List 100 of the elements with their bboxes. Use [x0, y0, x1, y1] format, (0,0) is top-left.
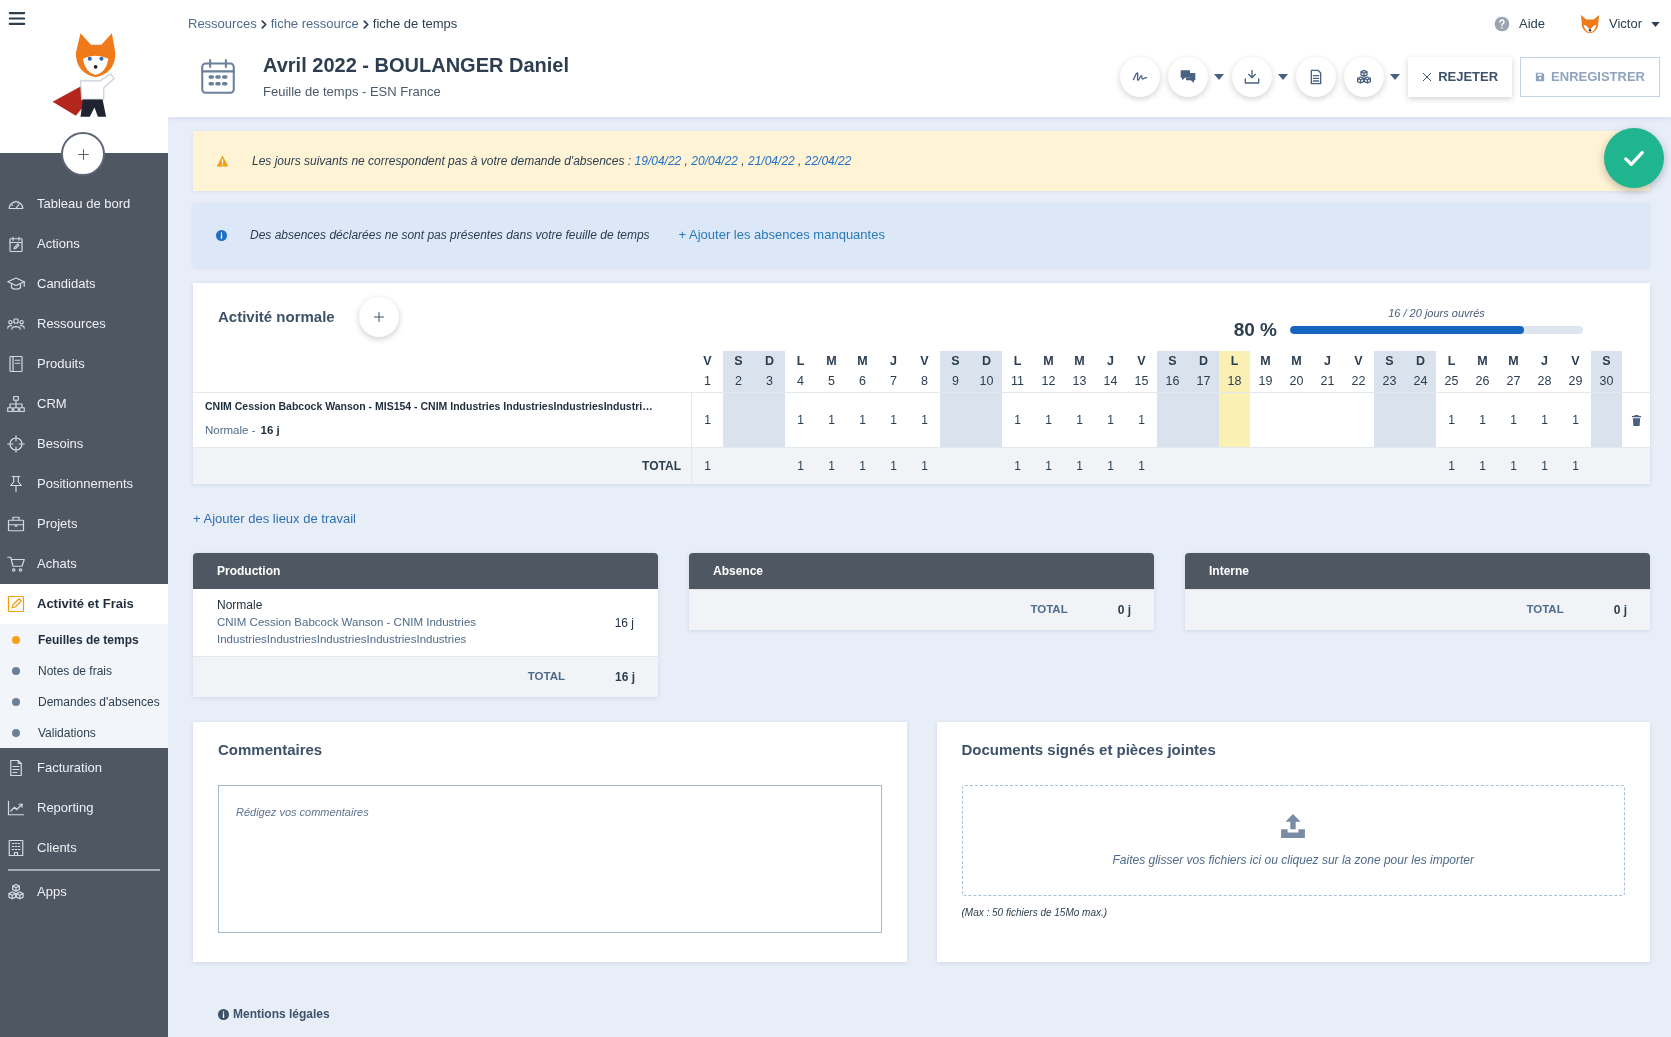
help-link[interactable]: Aide: [1493, 14, 1545, 34]
submenu-item[interactable]: Validations: [0, 717, 168, 748]
date-link[interactable]: 19/04/22: [634, 154, 682, 168]
caret-down-icon[interactable]: [1390, 74, 1401, 80]
table-cell-text: 1: [827, 458, 836, 475]
nav-item[interactable]: Projets: [0, 504, 168, 544]
total-value: 0 j: [1117, 602, 1131, 619]
table-cell[interactable]: 1: [878, 393, 909, 447]
table-cell[interactable]: 1: [692, 393, 723, 447]
day-number: 19: [1257, 373, 1274, 391]
nav-item[interactable]: Activité et Frais: [0, 584, 168, 624]
table-cell[interactable]: 1: [1436, 393, 1467, 447]
day-number: 4: [796, 373, 805, 391]
day-number: 16: [1157, 371, 1188, 392]
breadcrumb-item[interactable]: fiche de temps: [372, 14, 458, 34]
action-button[interactable]: REJETER: [1408, 57, 1513, 97]
day-number: 17: [1188, 371, 1219, 392]
card-header: Production: [193, 553, 658, 589]
date-link[interactable]: 20/04/22: [691, 154, 738, 168]
nav-item[interactable]: Besoins: [0, 424, 168, 464]
file-dropzone[interactable]: Faites glisser vos fichiers ici ou cliquez sur la zone pour les importer: [961, 785, 1625, 896]
bullet-dot-icon: [12, 697, 20, 706]
nav-item[interactable]: CRM: [0, 384, 168, 424]
line-chart-icon: [7, 799, 25, 817]
date-link[interactable]: 22/04/22: [804, 154, 852, 168]
table-cell[interactable]: 1: [1095, 393, 1126, 447]
table-cell[interactable]: 1: [1467, 393, 1498, 447]
total-label: TOTAL: [193, 448, 692, 484]
table-cell[interactable]: 1: [1498, 393, 1529, 447]
nav-item[interactable]: Achats: [0, 544, 168, 584]
breadcrumb-item[interactable]: fiche ressource: [270, 14, 359, 34]
day-number: 24: [1405, 371, 1436, 392]
nav-item[interactable]: Clients: [0, 828, 168, 868]
weekday-letter: M: [1259, 353, 1272, 371]
caret-down-icon[interactable]: [1214, 74, 1225, 80]
toolbar-button[interactable]: [1296, 57, 1337, 97]
nav-item[interactable]: Tableau de bord: [0, 184, 168, 224]
weekday-letter: M: [856, 353, 869, 371]
day-number: 20: [1288, 373, 1305, 391]
close-icon: [1422, 72, 1433, 82]
chat-bubbles-icon: [1180, 69, 1197, 85]
table-cell[interactable]: 1: [1033, 393, 1064, 447]
weekday-letter: S: [1374, 351, 1405, 371]
date-link[interactable]: 21/04/22: [748, 154, 795, 168]
submenu-item[interactable]: Feuilles de temps: [0, 624, 168, 655]
table-cell[interactable]: 1: [1560, 393, 1591, 447]
fox-avatar-icon: [1580, 14, 1600, 34]
nav-item[interactable]: Candidats: [0, 264, 168, 304]
day-number: 14: [1102, 373, 1119, 391]
day-number: 28: [1536, 373, 1553, 391]
weekday-letter: L: [1219, 351, 1250, 371]
nav-item[interactable]: Reporting: [0, 788, 168, 828]
nav-item[interactable]: Ressources: [0, 304, 168, 344]
weekday-letter: D: [971, 351, 1002, 371]
day-number: 27: [1505, 373, 1522, 391]
submenu-item[interactable]: Demandes d'absences: [0, 686, 168, 717]
table-cell-text: 1: [1447, 458, 1456, 475]
table-cell[interactable]: 1: [909, 393, 940, 447]
nav-item[interactable]: Actions: [0, 224, 168, 264]
trash-icon[interactable]: [1630, 413, 1642, 427]
submenu-item[interactable]: Notes de frais: [0, 655, 168, 686]
table-cell[interactable]: 1: [1126, 393, 1157, 447]
weekday-letter: L: [795, 353, 806, 371]
legal-notice-link[interactable]: Mentions légales: [218, 1006, 330, 1022]
breadcrumb-item[interactable]: Ressources: [188, 14, 257, 34]
table-cell[interactable]: 1: [847, 393, 878, 447]
people-icon: [7, 315, 25, 333]
day-number: 10: [971, 371, 1002, 392]
day-number: 25: [1443, 373, 1460, 391]
weekday-letter: D: [1188, 351, 1219, 371]
table-cell[interactable]: 1: [1002, 393, 1033, 447]
section-title: Commentaires: [218, 740, 324, 760]
toolbar-button[interactable]: [1168, 57, 1209, 97]
comment-field[interactable]: Rédigez vos commentaires: [218, 785, 882, 933]
nav-item[interactable]: Apps: [0, 872, 168, 912]
table-cell[interactable]: 1: [785, 393, 816, 447]
total-label: TOTAL: [1030, 602, 1068, 618]
section-title: Documents signés et pièces jointes: [961, 740, 1217, 760]
nav-item[interactable]: Positionnements: [0, 464, 168, 504]
toolbar-button[interactable]: [1120, 57, 1161, 97]
nav-item[interactable]: Facturation: [0, 748, 168, 788]
day-number: 3: [754, 371, 785, 392]
add-work-location-link[interactable]: + Ajouter des lieux de travail: [193, 510, 356, 528]
caret-down-icon[interactable]: [1278, 74, 1289, 80]
user-menu[interactable]: Victor: [1580, 14, 1660, 34]
table-cell[interactable]: 1: [816, 393, 847, 447]
table-cell[interactable]: 1: [1064, 393, 1095, 447]
day-number: 18: [1219, 371, 1250, 392]
toolbar-button[interactable]: [1232, 57, 1273, 97]
check-icon: [1622, 148, 1646, 168]
menu-icon[interactable]: [8, 11, 26, 26]
toolbar-button[interactable]: [1344, 57, 1385, 97]
add-absences-link[interactable]: + Ajouter les absences manquantes: [678, 225, 885, 245]
table-cell[interactable]: 1: [1529, 393, 1560, 447]
nav-item[interactable]: Produits: [0, 344, 168, 384]
document-icon: [7, 759, 25, 777]
table-cell-text: 1: [1075, 458, 1084, 475]
day-number: 29: [1567, 373, 1584, 391]
weekday-letter: M: [1476, 353, 1489, 371]
weekday-letter: L: [1012, 353, 1023, 371]
